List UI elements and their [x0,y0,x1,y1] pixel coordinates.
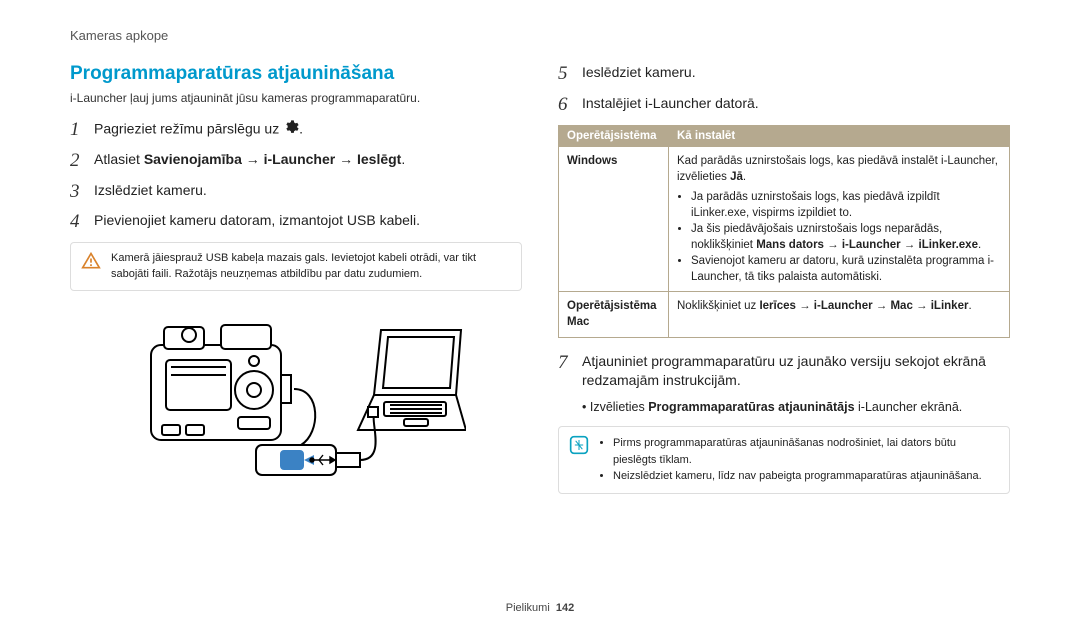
step-7: 7 Atjauniniet programmaparatūru uz jaunā… [558,352,1010,391]
step-number: 6 [558,94,582,117]
warning-callout: Kamerā jāiesprauž USB kabeļa mazais gals… [70,242,522,291]
step-text: Atlasiet Savienojamība → i-Launcher → Ie… [94,150,522,170]
step-1: 1 Pagrieziet režīmu pārslēgu uz . [70,119,522,142]
info-callout: Pirms programmaparatūras atjaunināšanas … [558,426,1010,494]
table-header-howto: Kā instalēt [669,125,1010,146]
step-text: Atjauniniet programmaparatūru uz jaunāko… [582,352,1010,391]
step-number: 2 [70,150,94,173]
step-text: Pagrieziet režīmu pārslēgu uz . [94,119,522,141]
usb-connection-illustration [70,305,522,485]
table-header-os: Operētājsistēma [559,125,669,146]
os-mac-label: Operētājsistēma Mac [559,292,669,337]
step-number: 3 [70,181,94,204]
page-footer: Pielikumi 142 [0,602,1080,614]
section-title: Programmaparatūras atjaunināšana [70,63,522,85]
step-number: 5 [558,63,582,86]
os-windows-instructions: Kad parādās uznirstošais logs, kas piedā… [669,146,1010,292]
step-text: Izslēdziet kameru. [94,181,522,201]
step-number: 4 [70,211,94,234]
step-5: 5 Ieslēdziet kameru. [558,63,1010,86]
step-text: Ieslēdziet kameru. [582,63,1010,83]
table-row: Windows Kad parādās uznirstošais logs, k… [559,146,1010,292]
os-mac-instructions: Noklikšķiniet uz Ierīces → i-Launcher → … [669,292,1010,337]
step-number: 1 [70,119,94,142]
gear-icon [283,119,299,141]
step-3: 3 Izslēdziet kameru. [70,181,522,204]
warning-text: Kamerā jāiesprauž USB kabeļa mazais gals… [111,251,511,282]
step-2: 2 Atlasiet Savienojamība → i-Launcher → … [70,150,522,173]
os-install-table: Operētājsistēma Kā instalēt Windows Kad … [558,125,1010,338]
step-6: 6 Instalējiet i-Launcher datorā. [558,94,1010,117]
warning-icon [81,251,101,282]
breadcrumb: Kameras apkope [70,28,1010,43]
left-column: Programmaparatūras atjaunināšana i-Launc… [70,63,522,494]
step-4: 4 Pievienojiet kameru datoram, izmantojo… [70,211,522,234]
step-number: 7 [558,352,582,375]
step-7-sub: • Izvēlieties Programmaparatūras atjauni… [582,399,1010,417]
os-windows-label: Windows [559,146,669,292]
info-icon [569,435,589,485]
right-column: 5 Ieslēdziet kameru. 6 Instalējiet i-Lau… [558,63,1010,494]
section-intro: i-Launcher ļauj jums atjaunināt jūsu kam… [70,91,522,105]
step-text: Pievienojiet kameru datoram, izmantojot … [94,211,522,231]
table-row: Operētājsistēma Mac Noklikšķiniet uz Ier… [559,292,1010,337]
info-bullet: Neizslēdziet kameru, līdz nav pabeigta p… [613,468,999,485]
step-text: Instalējiet i-Launcher datorā. [582,94,1010,114]
info-bullet: Pirms programmaparatūras atjaunināšanas … [613,435,999,468]
